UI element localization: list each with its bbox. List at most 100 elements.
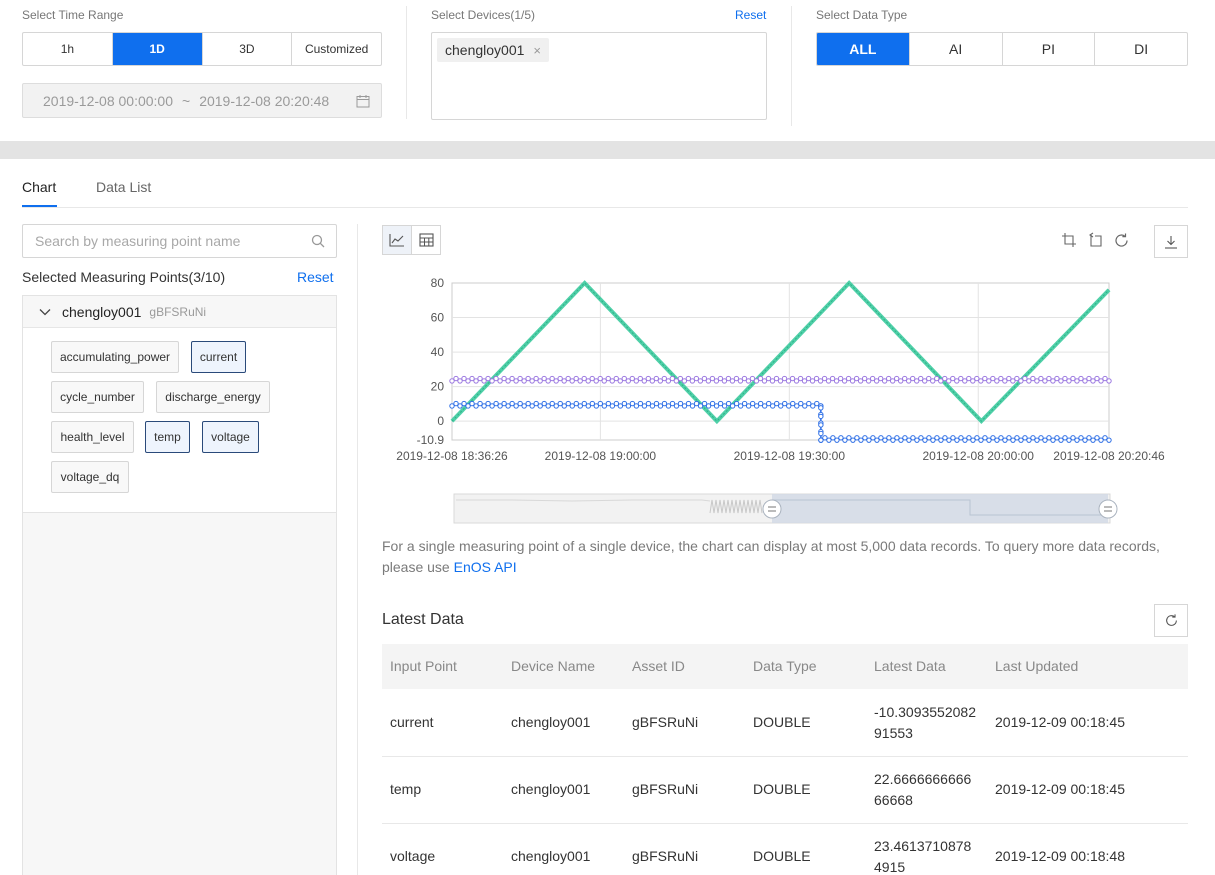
cell-latest-data-line2: 66668 — [874, 792, 913, 808]
latest-table-header: Input Point Device Name Asset ID Data Ty… — [382, 644, 1188, 689]
device-chip-label: chengloy001 — [445, 42, 525, 58]
device-select-box[interactable]: chengloy001 × — [431, 32, 767, 120]
col-latest-data: Latest Data — [874, 658, 946, 674]
close-icon[interactable]: × — [533, 43, 541, 58]
time-range-selector: 1h 1D 3D Customized — [22, 32, 382, 66]
points-reset-link[interactable]: Reset — [297, 269, 334, 285]
tab-chart[interactable]: Chart — [22, 179, 56, 195]
series-line — [452, 404, 1109, 440]
device-group-header[interactable]: chengloy001 gBFSRuNi — [23, 296, 336, 328]
row-divider — [382, 756, 1188, 757]
slider-handle-left — [762, 499, 782, 519]
line-chart-icon — [389, 234, 404, 247]
panel-empty-area — [23, 513, 336, 875]
data-type-di[interactable]: DI — [1095, 33, 1187, 65]
download-icon — [1165, 235, 1177, 249]
measuring-points-panel: chengloy001 gBFSRuNi accumulating_power … — [22, 295, 337, 875]
plot-border — [451, 282, 1110, 441]
time-range-3d[interactable]: 3D — [203, 33, 293, 65]
time-range-label: Select Time Range — [22, 8, 124, 22]
series-point — [1106, 437, 1112, 443]
data-type-label: Select Data Type — [816, 8, 908, 22]
divider — [357, 224, 358, 875]
refresh-icon — [1165, 614, 1177, 626]
cell-latest-data-line1: -10.3093552082 — [874, 704, 976, 720]
cell-device-name: chengloy001 — [511, 781, 591, 797]
time-range-customized[interactable]: Customized — [292, 33, 381, 65]
cell-input-point: current — [390, 714, 434, 730]
cell-data-type: DOUBLE — [753, 781, 811, 797]
table-icon — [418, 233, 434, 247]
point-tag-health-level[interactable]: health_level — [51, 421, 134, 453]
date-range-picker[interactable]: 2019-12-08 00:00:00 ~ 2019-12-08 20:20:4… — [22, 83, 382, 118]
point-tag-discharge-energy[interactable]: discharge_energy — [156, 381, 270, 413]
data-type-all[interactable]: ALL — [817, 33, 910, 65]
data-type-ai[interactable]: AI — [910, 33, 1003, 65]
tabs-baseline — [22, 207, 1188, 208]
chart-series — [449, 280, 1112, 443]
y-tick-label: 20 — [431, 380, 445, 394]
y-tick-label: 80 — [431, 276, 445, 290]
data-type-pi[interactable]: PI — [1003, 33, 1096, 65]
data-zoom-slider[interactable] — [452, 491, 1132, 527]
latest-refresh-button[interactable] — [1154, 604, 1188, 637]
point-tag-voltage[interactable]: voltage — [202, 421, 259, 453]
device-group-asset-id: gBFSRuNi — [149, 304, 207, 319]
active-tab-indicator — [22, 205, 57, 207]
y-tick-label: 60 — [431, 311, 445, 325]
cell-data-type: DOUBLE — [753, 848, 811, 864]
cell-device-name: chengloy001 — [511, 848, 591, 864]
point-tag-temp[interactable]: temp — [145, 421, 190, 453]
cell-input-point: voltage — [390, 848, 436, 864]
col-data-type: Data Type — [753, 658, 817, 674]
point-tag-accumulating-power[interactable]: accumulating_power — [51, 341, 179, 373]
download-button[interactable] — [1154, 225, 1188, 258]
devices-label: Select Devices(1/5) — [431, 8, 536, 22]
data-type-selector: ALL AI PI DI — [816, 32, 1188, 66]
cell-asset-id: gBFSRuNi — [632, 848, 699, 864]
zoom-reset-icon[interactable] — [1085, 230, 1105, 250]
point-tag-cycle-number[interactable]: cycle_number — [51, 381, 144, 413]
y-tick-label: -10.9 — [417, 433, 445, 447]
series-point — [818, 422, 824, 428]
cell-asset-id: gBFSRuNi — [632, 714, 699, 730]
cell-latest-data-line2: 91553 — [874, 725, 913, 741]
x-tick-label: 2019-12-08 19:00:00 — [545, 449, 657, 463]
col-device-name: Device Name — [511, 658, 596, 674]
point-tag-voltage-dq[interactable]: voltage_dq — [51, 461, 129, 493]
time-range-1d[interactable]: 1D — [112, 33, 203, 65]
zoom-select-icon[interactable] — [1059, 230, 1079, 250]
devices-reset-link[interactable]: Reset — [735, 8, 766, 22]
y-tick-label: 40 — [431, 345, 445, 359]
cell-latest-data-line1: 22.6666666666 — [874, 771, 972, 787]
date-start: 2019-12-08 00:00:00 — [43, 92, 173, 109]
enos-api-link[interactable]: EnOS API — [454, 559, 517, 575]
cell-device-name: chengloy001 — [511, 714, 591, 730]
device-group-name: chengloy001 — [62, 303, 142, 320]
measuring-point-search — [22, 224, 337, 258]
point-tag-current[interactable]: current — [191, 341, 246, 373]
cell-last-updated: 2019-12-09 00:18:45 — [995, 714, 1125, 730]
x-axis-ticks: 2019-12-08 18:36:26 2019-12-08 19:00:00 20… — [396, 449, 1165, 463]
row-divider — [382, 823, 1188, 824]
cell-input-point: temp — [390, 781, 422, 797]
col-asset-id: Asset ID — [632, 658, 685, 674]
search-icon[interactable] — [311, 234, 325, 251]
col-last-updated: Last Updated — [995, 658, 1079, 674]
tab-data-list[interactable]: Data List — [96, 179, 151, 195]
date-end: 2019-12-08 20:20:48 — [199, 92, 330, 109]
calendar-icon[interactable] — [356, 94, 370, 111]
search-input[interactable] — [23, 225, 293, 257]
series-point — [818, 413, 824, 420]
cell-latest-data-line2: 4915 — [874, 859, 906, 875]
refresh-icon[interactable] — [1111, 230, 1131, 250]
x-tick-label: 2019-12-08 18:36:26 — [396, 449, 508, 463]
device-chip: chengloy001 × — [437, 38, 549, 62]
line-chart-view-button[interactable] — [382, 225, 412, 255]
x-tick-label: 2019-12-08 19:30:00 — [734, 449, 846, 463]
table-view-button[interactable] — [411, 225, 441, 255]
slider-handle-right — [1098, 499, 1118, 519]
chevron-down-icon[interactable] — [39, 304, 51, 319]
time-range-1h[interactable]: 1h — [23, 33, 113, 65]
y-axis-ticks: 80 60 40 20 0 -10.9 — [417, 276, 445, 447]
